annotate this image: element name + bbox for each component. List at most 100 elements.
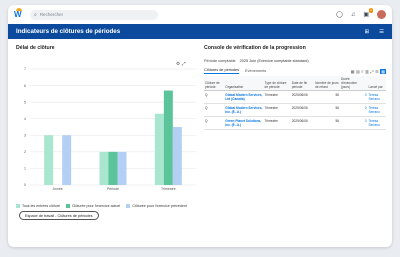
table-cell: 0 [340, 116, 368, 130]
tab-period-closes[interactable]: Clôtures de périodes [204, 68, 240, 74]
chart-tools: ⚙ ⤢ [176, 61, 186, 67]
column-header[interactable]: Date de fin période [290, 76, 315, 91]
legend-swatch [126, 204, 131, 209]
legend-label: Clôturée pour l'exercice actuel [71, 204, 121, 208]
workday-logo[interactable]: W [14, 7, 24, 20]
table-header-row: Clôture de période Organisation Type de cl… [204, 76, 386, 91]
table-cell: 0 [340, 90, 368, 104]
column-header[interactable]: Lancé par [367, 76, 386, 91]
table-tools: ▦ ▤ ≡ ▥ ⤢ ☰ ▦ [351, 68, 386, 74]
table-cell[interactable]: Q [204, 116, 225, 130]
table-cell: 2025/06/06 [290, 103, 315, 117]
notification-badge: 1 [369, 8, 373, 13]
legend-swatch [16, 204, 20, 209]
top-bar: W ⌕ Rechercher ◯ ♫ ▣ 1 [8, 5, 392, 24]
launched-by-link[interactable]: Teresa Serrano [367, 103, 386, 117]
y-tick-label: 4 [24, 117, 26, 121]
table-cell: 2025/06/06 [290, 90, 315, 104]
column-header[interactable]: Nombre de jours de retard [314, 76, 340, 91]
table-body: Q Global Modern Services, Ltd (Canada) Tri… [204, 90, 386, 130]
menu-icon[interactable]: ☰ [379, 29, 384, 35]
column-header[interactable]: Organisation [224, 76, 264, 91]
x-tick-label: Année [53, 187, 63, 191]
tabs: Clôtures de périodes Événements ▦ ▤ ≡ ▥ … [204, 68, 386, 74]
notifications-icon[interactable]: ♫ [351, 12, 356, 18]
table-cell[interactable]: Q [204, 103, 225, 117]
table-row: Q Global Modern Services, Ltd (Canada) Tri… [204, 90, 386, 104]
bar [99, 151, 109, 185]
launched-by-link[interactable]: Teresa Serrano [367, 90, 386, 104]
search-input[interactable]: ⌕ Rechercher [30, 9, 158, 20]
x-tick-label: Trimestre [161, 187, 176, 191]
table-cell[interactable]: Q [204, 90, 225, 104]
table-cell: Trimestre [263, 90, 291, 104]
bar [154, 113, 164, 185]
y-tick-label: 5 [24, 100, 26, 104]
legend-item[interactable]: Clôturée pour l'exercice actuel [65, 204, 121, 209]
table-cell: 56 [314, 103, 340, 117]
bar-chart: 0 1 2 3 4 5 6 7 Année Période Trimestre [24, 67, 196, 191]
legend-item[interactable]: Tous les entrées clôturé [16, 204, 60, 209]
organisation-link[interactable]: Green Planet Solutions, Inc. (É.-U.) [224, 116, 264, 130]
y-tick-label: 1 [24, 167, 26, 171]
logo-arc [16, 7, 22, 11]
period-row: Période comptable 2025 Juin (Exercice co… [204, 59, 386, 63]
legend-item[interactable]: Clôturée pour l'exercice précédent [126, 204, 187, 209]
top-right-actions: ◯ ♫ ▣ 1 [336, 8, 386, 19]
table-cell: 2025/06/06 [290, 116, 315, 130]
column-header[interactable]: Clôture de période [204, 76, 225, 91]
period-value[interactable]: 2025 Juin (Exercice comptable standard) [240, 59, 309, 63]
table-cell: 56 [314, 116, 340, 130]
tab-events[interactable]: Événements [245, 69, 266, 74]
page-header: Indicateurs de clôtures de périodes ⊞ ☰ [8, 24, 392, 39]
logo-letter: W [14, 9, 22, 19]
export-icon[interactable]: ⊞ [364, 29, 369, 35]
filter-icon[interactable]: ▤ [356, 69, 360, 74]
progress-panel: Console de vérification de la progressio… [204, 45, 386, 130]
list-view-icon[interactable]: ☰ [375, 69, 379, 74]
avatar[interactable] [377, 10, 386, 19]
page-title: Indicateurs de clôtures de périodes [16, 28, 121, 35]
chart-legend: Tous les entrées clôturé Clôturée pour l'… [16, 204, 201, 209]
y-tick-label: 3 [24, 133, 26, 137]
organisation-link[interactable]: Global Modern Services, Ltd (Canada) [224, 90, 264, 104]
grid-view-icon[interactable]: ▦ [380, 68, 386, 74]
bar [108, 151, 118, 185]
bar [62, 135, 72, 185]
progress-title: Console de vérification de la progressio… [204, 45, 306, 51]
legend-label: Clôturée pour l'exercice précédent [132, 204, 187, 208]
legend-swatch [65, 204, 70, 209]
table-cell: 0 [340, 103, 368, 117]
app-window: W ⌕ Rechercher ◯ ♫ ▣ 1 Indicateurs de clô… [8, 5, 392, 247]
columns-icon[interactable]: ▥ [365, 69, 369, 74]
bar [44, 135, 54, 185]
sort-icon[interactable]: ≡ [361, 69, 363, 74]
chat-icon[interactable]: ◯ [336, 11, 343, 18]
bar [163, 90, 173, 185]
delay-title: Délai de clôture [16, 45, 55, 51]
table-row: Q Global Modern Services, Inc. (É.-U.) Tri… [204, 103, 386, 117]
y-tick-label: 6 [24, 84, 26, 88]
header-actions: ⊞ ☰ [364, 29, 384, 35]
table-cell: 56 [314, 90, 340, 104]
y-tick-label: 0 [24, 183, 26, 187]
workspace-button[interactable]: Espace de travail - Clôtures de périodes [19, 211, 99, 220]
chart-expand-icon[interactable]: ⤢ [182, 61, 186, 67]
progress-table: Clôture de période Organisation Type de cl… [204, 76, 386, 130]
launched-by-link[interactable]: Teresa Serrano [367, 116, 386, 130]
table-cell: Trimestre [263, 103, 291, 117]
legend-label: Tous les entrées clôturé [22, 204, 60, 208]
fullscreen-icon[interactable]: ⤢ [370, 69, 373, 74]
y-tick-label: 7 [24, 67, 26, 71]
column-header[interactable]: Type de clôture de période [263, 76, 291, 91]
delay-panel: Délai de clôture ⚙ ⤢ 0 1 2 3 4 5 6 7 Année Périod… [16, 45, 201, 209]
inbox-icon[interactable]: ▣ 1 [363, 8, 373, 18]
chart-filter-icon[interactable]: ⚙ [176, 61, 180, 67]
bar [172, 127, 182, 185]
period-label: Période comptable [204, 59, 236, 63]
organisation-link[interactable]: Global Modern Services, Inc. (É.-U.) [224, 103, 264, 117]
column-header[interactable]: Durée d'exécution (jours) [340, 76, 368, 91]
table-cell: Trimestre [263, 116, 291, 130]
bar [117, 151, 127, 185]
export-excel-icon[interactable]: ▦ [351, 69, 355, 74]
